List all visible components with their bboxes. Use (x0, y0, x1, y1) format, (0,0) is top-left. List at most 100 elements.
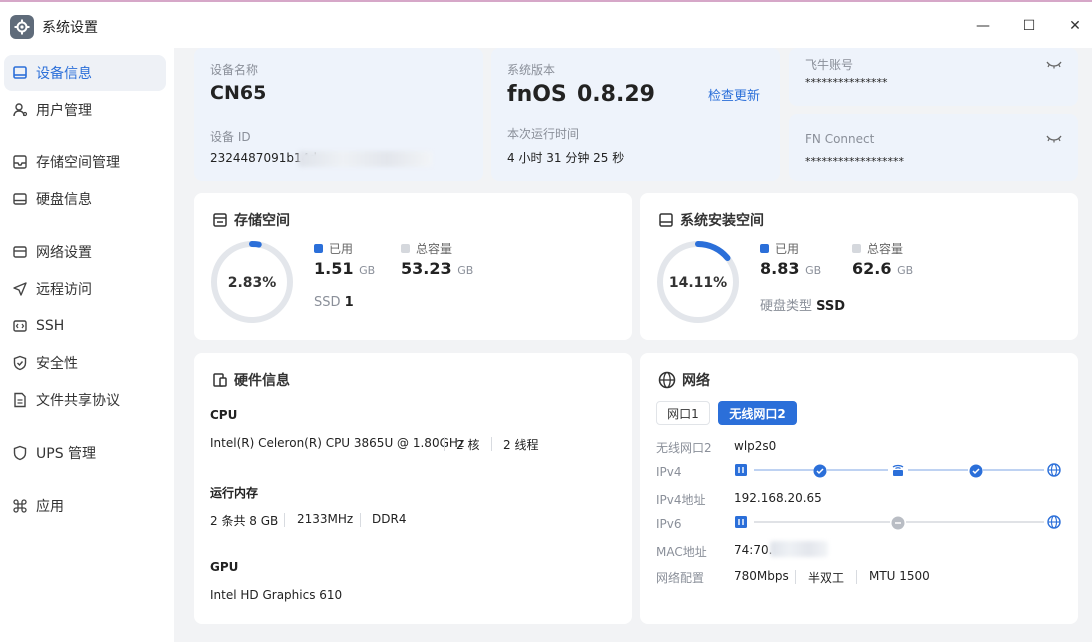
sidebar-item-label: UPS 管理 (36, 446, 97, 462)
iface-value: wlp2s0 (734, 439, 777, 453)
fn-connect-value: ****************** (805, 155, 904, 168)
duplex-mode: 半双工 (808, 571, 845, 585)
sidebar-item-device-info[interactable]: 设备信息 (4, 55, 166, 91)
disk-type: 硬盘类型 SSD (760, 295, 845, 314)
divider (491, 437, 492, 451)
divider (284, 513, 285, 527)
used-label: 已用 (775, 242, 800, 256)
divider (360, 513, 361, 527)
sidebar-item-users[interactable]: 用户管理 (4, 92, 166, 128)
config-label: 网络配置 (656, 571, 705, 585)
disk-type-value: SSD (816, 299, 846, 314)
shield-check-icon (13, 355, 27, 371)
storage-card: 存储空间 2.83% 已用 1.51 GB 总容量 53.23 GB SSD 1 (194, 193, 632, 340)
network-title-text: 网络 (682, 373, 710, 389)
storage-used-value: 1.51 GB (314, 259, 375, 278)
fn-account-value: *************** (805, 76, 888, 89)
ipv6-connection-diagram (735, 515, 1061, 530)
divider (795, 570, 796, 584)
cpu-model: Intel(R) Celeron(R) CPU 3865U @ 1.80GHz (210, 436, 465, 450)
sidebar-item-file-sharing[interactable]: 文件共享协议 (4, 382, 166, 418)
sidebar-item-label: 设备信息 (36, 66, 92, 82)
check-update-link[interactable]: 检查更新 (708, 85, 760, 104)
sidebar-item-label: 硬盘信息 (36, 192, 92, 208)
window-title: 系统设置 (42, 20, 98, 36)
disk-icon (659, 213, 673, 227)
cpu-cores: 2 核 (456, 438, 480, 452)
used-dot (314, 244, 323, 253)
ipv4-addr-label: IPv4地址 (656, 493, 706, 507)
total-label: 总容量 (867, 242, 904, 256)
system-version-card: 系统版本 fnOS 0.8.29 检查更新 本次运行时间 4 小时 31 分钟 … (491, 48, 780, 181)
uptime-label: 本次运行时间 (507, 127, 580, 141)
memory-speed: 2133MHz (297, 512, 354, 526)
sidebar-item-ssh[interactable]: SSH (4, 308, 166, 344)
fn-account-card: 飞牛账号 *************** (789, 48, 1078, 106)
system-space-percent: 14.11% (668, 275, 728, 291)
sidebar-item-security[interactable]: 安全性 (4, 345, 166, 381)
close-button[interactable]: ✕ (1062, 14, 1088, 38)
sidebar-item-label: SSH (36, 318, 65, 334)
device-name-label: 设备名称 (210, 63, 259, 77)
eye-closed-icon[interactable] (1046, 60, 1062, 70)
eye-closed-icon[interactable] (1046, 134, 1062, 144)
gpu-label: GPU (210, 560, 239, 574)
send-icon (13, 282, 27, 296)
link-speed: 780Mbps (734, 569, 789, 583)
total-dot (852, 244, 861, 253)
memory-size: 2 条共 8 GB (210, 514, 279, 528)
total-unit: GB (457, 264, 474, 277)
hardware-title: 硬件信息 (212, 370, 290, 390)
redaction-blur (770, 541, 828, 557)
sidebar-item-apps[interactable]: 应用 (4, 488, 166, 524)
sidebar-item-ups[interactable]: UPS 管理 (4, 435, 166, 471)
globe-icon (1047, 515, 1061, 529)
sidebar-item-network[interactable]: 网络设置 (4, 234, 166, 270)
total-value: 53.23 (401, 259, 452, 278)
device-icon (735, 464, 747, 476)
device-icon (735, 516, 747, 528)
storage-icon (13, 155, 27, 169)
tab-port1[interactable]: 网口1 (656, 401, 710, 425)
system-space-title-text: 系统安装空间 (680, 213, 764, 229)
total-unit: GB (897, 264, 914, 277)
device-name: CN65 (210, 82, 267, 104)
tab-wireless-port2[interactable]: 无线网口2 (718, 401, 797, 425)
globe-icon (1047, 463, 1061, 477)
divider (444, 437, 445, 451)
ipv4-connection-diagram (735, 463, 1061, 478)
sidebar-item-label: 远程访问 (36, 282, 92, 298)
main-content: 设备名称 CN65 设备 ID 2324487091b14d 系统版本 fnOS… (174, 48, 1092, 642)
sidebar-item-storage[interactable]: 存储空间管理 (4, 144, 166, 180)
system-version-label: 系统版本 (507, 63, 556, 77)
sys-used-value: 8.83 GB (760, 259, 821, 278)
ipv4-addr-value: 192.168.20.65 (734, 491, 822, 505)
memory-type: DDR4 (372, 512, 407, 526)
sidebar-item-label: 应用 (36, 499, 64, 515)
total-label: 总容量 (416, 242, 453, 256)
document-icon (14, 392, 26, 408)
used-unit: GB (805, 264, 822, 277)
router-icon (892, 464, 904, 476)
ssd-count-value: 1 (344, 295, 354, 310)
sys-used-legend: 已用 (760, 240, 799, 257)
minimize-button[interactable]: — (970, 14, 996, 38)
disk-icon (13, 193, 27, 205)
sidebar-item-disk[interactable]: 硬盘信息 (4, 181, 166, 217)
ssd-count: SSD 1 (314, 295, 354, 310)
uptime-value: 4 小时 31 分钟 25 秒 (507, 151, 625, 165)
code-icon (13, 320, 27, 332)
ipv4-label: IPv4 (656, 465, 682, 479)
total-dot (401, 244, 410, 253)
os-version: 0.8.29 (577, 82, 655, 107)
used-value: 8.83 (760, 259, 800, 278)
iface-label: 无线网口2 (656, 441, 712, 455)
used-dot (760, 244, 769, 253)
maximize-button[interactable]: ☐ (1016, 14, 1042, 38)
sidebar-item-remote[interactable]: 远程访问 (4, 271, 166, 307)
user-icon (13, 103, 28, 117)
ssd-label: SSD (314, 295, 341, 310)
storage-percent: 2.83% (227, 275, 277, 291)
total-value: 62.6 (852, 259, 892, 278)
memory-label: 运行内存 (210, 486, 259, 500)
